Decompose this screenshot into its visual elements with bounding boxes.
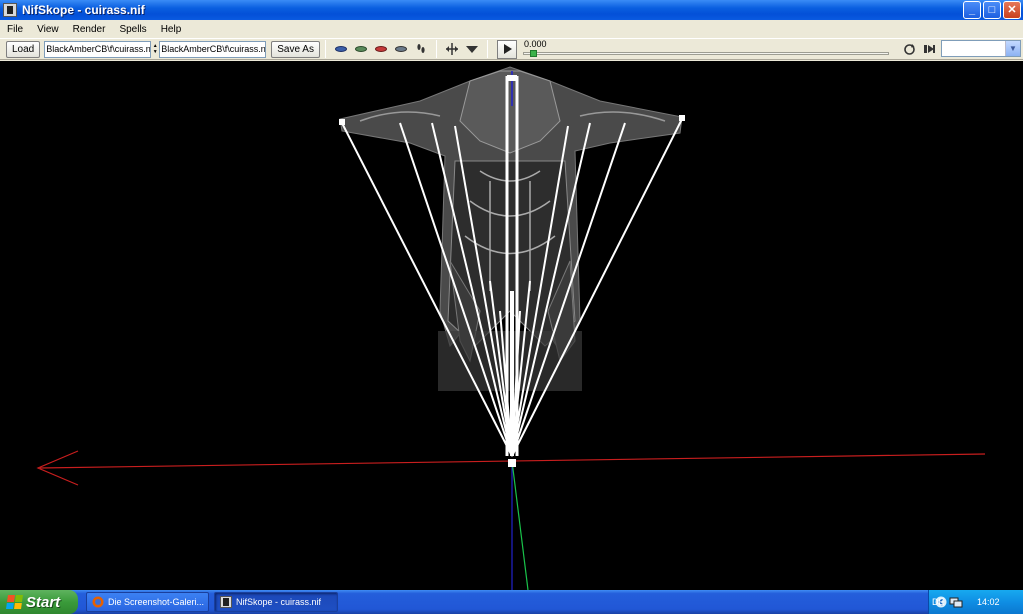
bone-node-head[interactable] [507, 75, 517, 81]
nifskope-window: NifSkope - cuirass.nif _ □ ✕ File View R… [0, 0, 1023, 591]
load-button[interactable]: Load [6, 40, 41, 58]
window-controls: _ □ ✕ [963, 1, 1021, 19]
down-arrow-icon[interactable] [464, 42, 480, 56]
toolbar-separator [435, 40, 437, 58]
footprints-icon[interactable] [413, 42, 429, 56]
menu-help[interactable]: Help [154, 24, 189, 35]
animation-select[interactable]: ▼ [941, 40, 1021, 57]
move-icon[interactable] [444, 42, 460, 56]
bone-node-left-hand[interactable] [339, 119, 345, 125]
path-swap-arrows[interactable]: ▲ ▼ [152, 43, 158, 55]
toolbar-separator [324, 40, 326, 58]
title-bar[interactable]: NifSkope - cuirass.nif _ □ ✕ [0, 0, 1023, 20]
scene-canvas[interactable] [0, 61, 1023, 591]
taskbar-item-screenshot-gallery[interactable]: Die Screenshot-Galeri... [86, 592, 209, 612]
menu-spells[interactable]: Spells [112, 24, 153, 35]
taskbar-item-label: Die Screenshot-Galeri... [108, 597, 205, 607]
toolbar-separator [486, 40, 488, 58]
clock[interactable]: 14:02 [977, 597, 1000, 607]
main-toolbar: Load BlackAmberCB\f\cuirass.nif ▲ ▼ Black… [0, 38, 1023, 60]
windows-logo-icon [6, 595, 23, 609]
loop-icon[interactable] [901, 42, 917, 56]
start-button[interactable]: Start [0, 590, 78, 614]
close-button[interactable]: ✕ [1003, 1, 1021, 19]
firefox-icon [92, 596, 104, 608]
save-as-button[interactable]: Save As [271, 40, 320, 58]
eye-red-icon[interactable] [373, 42, 389, 56]
bone-node-root[interactable] [508, 459, 516, 467]
menu-render[interactable]: Render [66, 24, 113, 35]
minimize-button[interactable]: _ [963, 1, 981, 19]
eye-dim-icon[interactable] [393, 42, 409, 56]
animation-select-value [942, 46, 944, 56]
language-indicator[interactable]: DE [932, 597, 945, 607]
timeline-track[interactable] [522, 52, 889, 55]
maximize-button[interactable]: □ [983, 1, 1001, 19]
nifskope-app-icon[interactable] [3, 3, 17, 17]
taskbar-item-nifskope[interactable]: NifSkope - cuirass.nif [214, 592, 338, 612]
y-axis-line [511, 460, 529, 591]
taskbar: Start Die Screenshot-Galeri... NifSkope … [0, 590, 1023, 614]
menu-file[interactable]: File [0, 24, 30, 35]
load-path-input[interactable]: BlackAmberCB\f\cuirass.nif [44, 40, 152, 58]
network-icon[interactable] [949, 596, 963, 608]
bone-node-right-hand[interactable] [679, 115, 685, 121]
animation-timeline[interactable]: 0.000 [522, 39, 889, 59]
play-icon[interactable] [496, 39, 517, 59]
chevron-down-icon[interactable]: ▼ [1005, 41, 1020, 56]
switch-icon[interactable] [921, 42, 937, 56]
eye-green-icon[interactable] [353, 42, 369, 56]
start-label: Start [26, 593, 61, 611]
eye-icon[interactable] [333, 42, 349, 56]
nifskope-icon [220, 596, 232, 608]
render-viewport[interactable] [0, 61, 1023, 591]
save-path-input[interactable]: BlackAmberCB\f\cuirass.nif [159, 40, 267, 58]
menu-bar: File View Render Spells Help [0, 20, 1023, 38]
time-readout: 0.000 [523, 39, 547, 49]
taskbar-item-label: NifSkope - cuirass.nif [236, 597, 322, 607]
timeline-handle[interactable] [529, 50, 537, 57]
window-title: NifSkope - cuirass.nif [22, 3, 145, 17]
menu-view[interactable]: View [30, 24, 66, 35]
